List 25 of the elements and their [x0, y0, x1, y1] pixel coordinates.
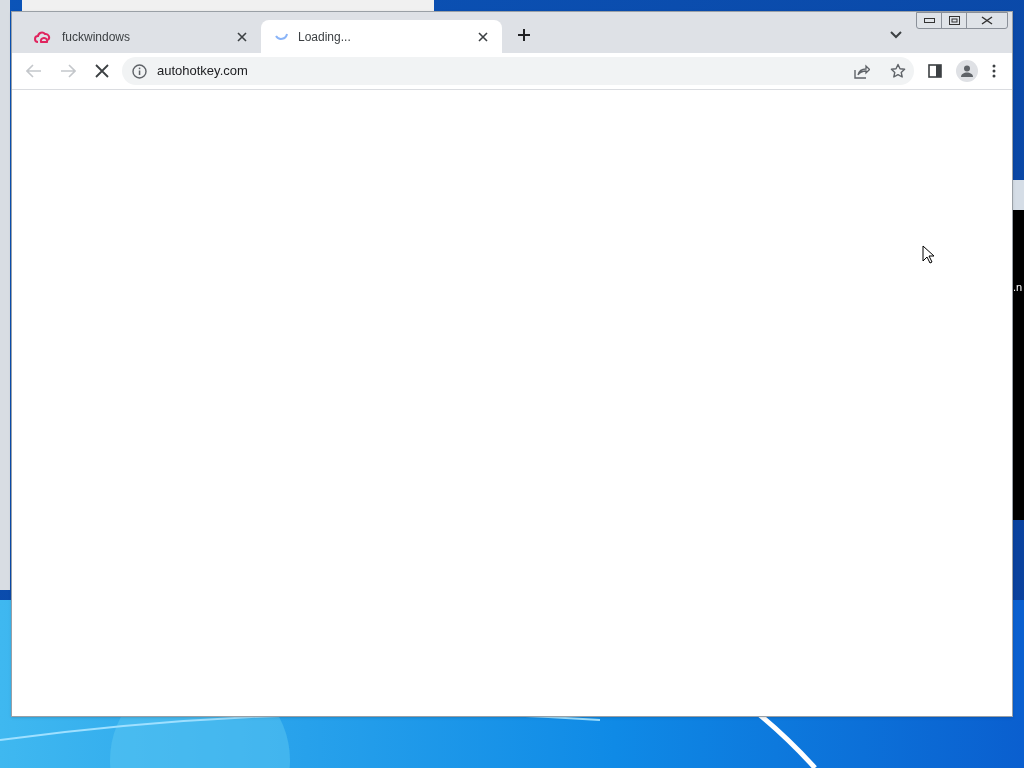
restore-icon: [948, 16, 960, 25]
plus-icon: [517, 28, 531, 42]
person-icon: [960, 64, 974, 78]
back-arrow-icon: [26, 64, 42, 78]
close-icon[interactable]: [478, 31, 488, 42]
side-panel-icon[interactable]: [928, 64, 942, 78]
address-bar[interactable]: autohotkey.com: [122, 57, 914, 85]
minimize-icon: [923, 18, 935, 23]
window-text: .n: [1013, 282, 1023, 293]
chevron-down-icon: [890, 31, 902, 39]
browser-tab[interactable]: Loading...: [261, 20, 502, 53]
tab-title: Loading...: [298, 28, 352, 46]
star-icon[interactable]: [890, 63, 906, 79]
close-icon: [981, 16, 993, 25]
info-icon: [132, 63, 147, 79]
share-icon[interactable]: [854, 63, 870, 79]
forward-arrow-icon: [60, 64, 76, 78]
mouse-cursor-icon: [922, 245, 935, 265]
stop-icon: [95, 64, 109, 78]
browser-tab[interactable]: fuckwindows: [20, 20, 261, 53]
close-icon[interactable]: [237, 31, 247, 42]
url-text: autohotkey.com: [157, 62, 248, 81]
menu-icon[interactable]: [992, 64, 996, 78]
tab-title: fuckwindows: [62, 28, 132, 46]
profile-button[interactable]: [956, 60, 978, 82]
